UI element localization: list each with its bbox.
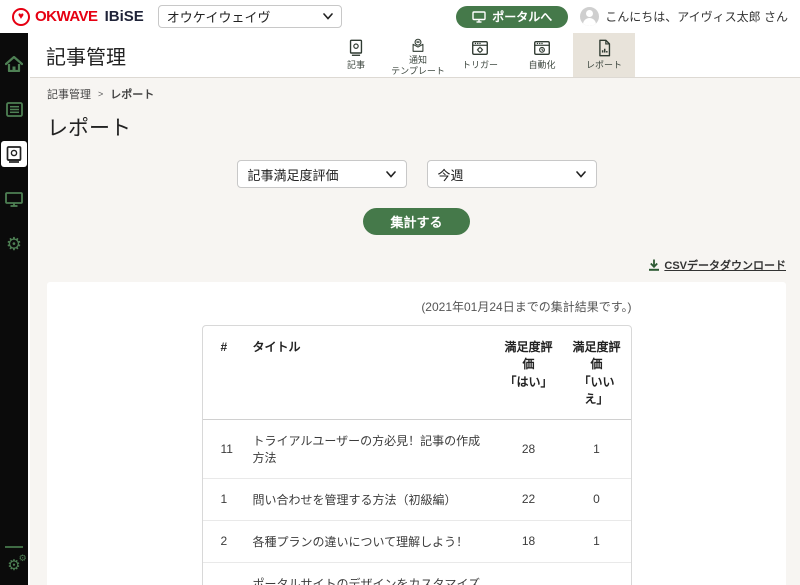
cell-no: 0 — [563, 562, 631, 585]
cell-num: 2 — [203, 520, 245, 562]
tab-label: 記事 — [347, 60, 365, 71]
article-book-icon — [6, 146, 22, 163]
product-name: IBiSE — [105, 8, 144, 25]
cell-num: 10 — [203, 562, 245, 585]
section-title: 記事管理 — [46, 41, 126, 70]
okwave-ibise-logo: ♥ OKWAVE IBiSE — [12, 8, 144, 26]
table-row[interactable]: 2 各種プランの違いについて理解しよう！ 18 1 — [203, 520, 631, 562]
article-icon — [346, 38, 366, 58]
column-header-title: タイトル — [245, 326, 495, 419]
sidebar: ⚙ ⚙ ⚙ — [0, 33, 30, 585]
sidebar-item-portal[interactable] — [1, 186, 27, 212]
brand-name: OKWAVE — [35, 8, 98, 25]
chevron-down-icon — [386, 171, 396, 178]
aggregate-button[interactable]: 集計する — [363, 208, 469, 235]
csv-download-link[interactable]: CSVデータダウンロード — [648, 257, 786, 273]
content-area: 記事管理 > レポート レポート 記事満足度評価 今週 — [30, 78, 800, 585]
workspace-select-value: オウケイウェイヴ — [167, 7, 271, 26]
sidebar-divider — [5, 546, 23, 548]
result-note: (2021年01月24日までの集計結果です。) — [202, 298, 632, 315]
download-icon — [648, 259, 660, 271]
cell-title: トライアルユーザーの方必見！記事の作成方法 — [245, 419, 495, 478]
table-header-row: # タイトル 満足度評価 「はい」 満足度評価 「いいえ」 — [203, 326, 631, 419]
page-title: レポート — [47, 112, 786, 142]
breadcrumb: 記事管理 > レポート — [47, 86, 786, 102]
monitor-icon — [5, 192, 23, 207]
cell-num: 1 — [203, 478, 245, 520]
column-header-no: 満足度評価 「いいえ」 — [563, 326, 631, 419]
tab-label: 自動化 — [528, 60, 555, 71]
filters-row: 記事満足度評価 今週 — [47, 160, 786, 188]
cell-yes: 22 — [495, 478, 563, 520]
period-select-value: 今週 — [438, 165, 464, 184]
table-row[interactable]: 10 ポータルサイトのデザインをカスタマイズする方法 12 0 — [203, 562, 631, 585]
trigger-icon — [470, 38, 490, 58]
list-icon — [6, 102, 23, 117]
tab-automation[interactable]: 自動化 — [511, 33, 573, 77]
sidebar-item-articles[interactable] — [1, 141, 27, 167]
column-header-num: # — [203, 326, 245, 419]
tab-label: 通知 テンプレート — [391, 55, 445, 77]
gear-icon: ⚙ — [6, 235, 22, 253]
period-select[interactable]: 今週 — [427, 160, 597, 188]
portal-button[interactable]: ポータルへ — [456, 6, 568, 28]
tab-label: レポート — [586, 60, 622, 71]
workspace-select[interactable]: オウケイウェイヴ — [158, 5, 342, 28]
admin-gears-icon-small: ⚙ — [19, 554, 27, 563]
automation-icon — [532, 38, 552, 58]
monitor-icon — [472, 11, 486, 23]
home-icon — [5, 56, 23, 72]
user-greeting: こんにちは、アイヴィス太郎 さん — [580, 7, 788, 26]
top-bar: ♥ OKWAVE IBiSE オウケイウェイヴ ポータルへ こんにちは、アイヴィ… — [0, 0, 800, 33]
sidebar-item-settings[interactable]: ⚙ — [1, 231, 27, 257]
table-row[interactable]: 11 トライアルユーザーの方必見！記事の作成方法 28 1 — [203, 419, 631, 478]
report-type-select[interactable]: 記事満足度評価 — [237, 160, 407, 188]
sidebar-item-list[interactable] — [1, 96, 27, 122]
breadcrumb-separator: > — [98, 89, 103, 99]
sidebar-item-admin[interactable]: ⚙ ⚙ — [7, 558, 20, 573]
csv-download-label: CSVデータダウンロード — [664, 257, 786, 273]
chevron-down-icon — [576, 171, 586, 178]
report-icon — [594, 38, 614, 58]
tab-articles[interactable]: 記事 — [325, 33, 387, 77]
results-card: (2021年01月24日までの集計結果です。) # タイトル 満足度評価 「はい… — [47, 282, 786, 585]
notification-template-icon — [408, 38, 428, 53]
cell-title: 各種プランの違いについて理解しよう！ — [245, 520, 495, 562]
nav-tabs: 記事 通知 テンプレート — [325, 33, 635, 77]
cell-no: 1 — [563, 520, 631, 562]
cell-yes: 12 — [495, 562, 563, 585]
avatar — [580, 7, 599, 26]
cell-no: 0 — [563, 478, 631, 520]
sidebar-item-home[interactable] — [1, 51, 27, 77]
breadcrumb-parent[interactable]: 記事管理 — [47, 86, 91, 102]
okwave-heart-icon: ♥ — [12, 8, 30, 26]
portal-button-label: ポータルへ — [492, 8, 552, 25]
tab-notification-templates[interactable]: 通知 テンプレート — [387, 33, 449, 77]
tab-label: トリガー — [462, 60, 498, 71]
cell-num: 11 — [203, 419, 245, 478]
chevron-down-icon — [323, 13, 333, 20]
section-header: 記事管理 記事 — [30, 33, 800, 78]
cell-no: 1 — [563, 419, 631, 478]
report-type-select-value: 記事満足度評価 — [248, 165, 339, 184]
cell-yes: 18 — [495, 520, 563, 562]
tab-reports[interactable]: レポート — [573, 33, 635, 77]
greeting-text: こんにちは、アイヴィス太郎 さん — [605, 8, 788, 25]
cell-yes: 28 — [495, 419, 563, 478]
breadcrumb-current: レポート — [110, 86, 154, 102]
column-header-yes: 満足度評価 「はい」 — [495, 326, 563, 419]
cell-title: 問い合わせを管理する方法（初級編） — [245, 478, 495, 520]
cell-title: ポータルサイトのデザインをカスタマイズする方法 — [245, 562, 495, 585]
table-row[interactable]: 1 問い合わせを管理する方法（初級編） 22 0 — [203, 478, 631, 520]
tab-triggers[interactable]: トリガー — [449, 33, 511, 77]
results-table: # タイトル 満足度評価 「はい」 満足度評価 「いいえ」 11 トライアルユー… — [202, 325, 632, 585]
